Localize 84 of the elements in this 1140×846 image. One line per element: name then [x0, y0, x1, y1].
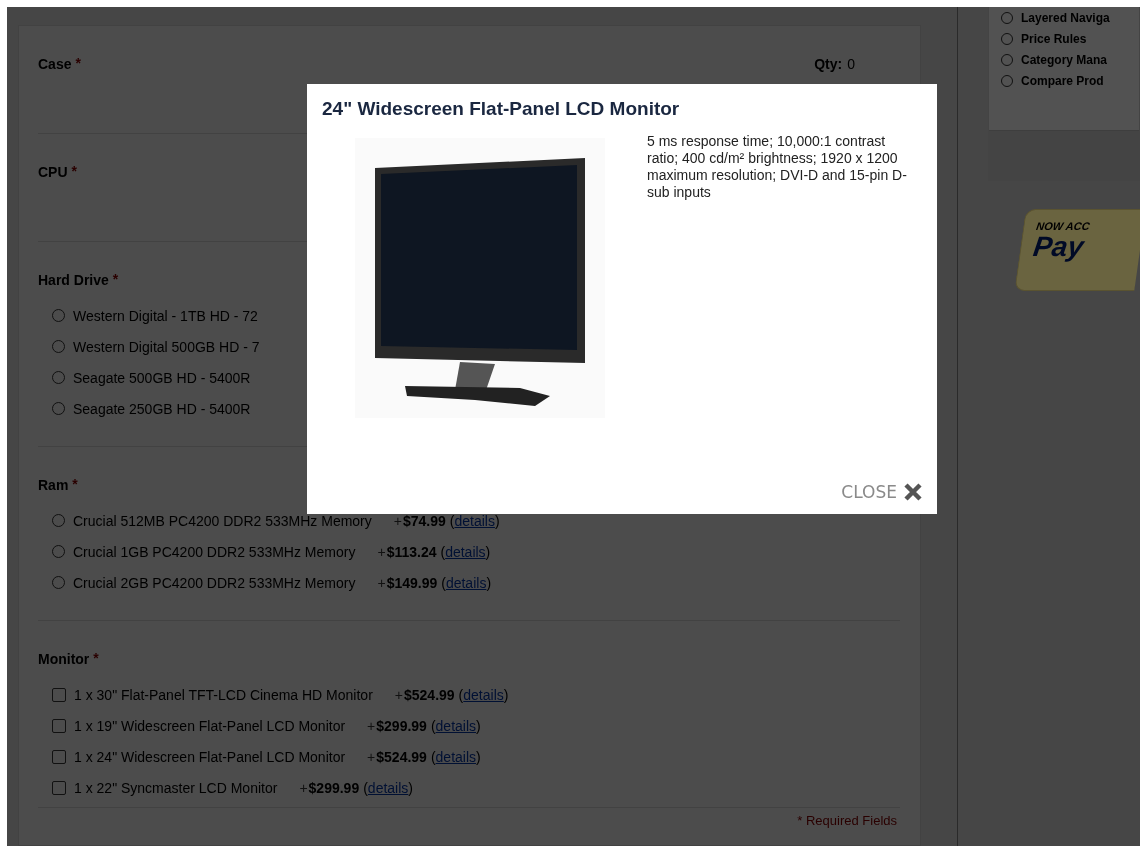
parenthesis: ) — [408, 779, 413, 796]
section-label: Monitor — [38, 651, 90, 667]
details-link[interactable]: details — [463, 686, 504, 703]
section-label: Case — [38, 56, 72, 72]
parenthesis: ) — [503, 686, 509, 703]
price: $74.99 — [402, 512, 446, 529]
sidebar-item-label: Layered Naviga — [1021, 11, 1110, 25]
close-button[interactable]: CLOSE — [841, 482, 923, 502]
qty-value: 0 — [847, 56, 855, 72]
plus-sign: + — [393, 512, 402, 529]
section-label: Hard Drive — [38, 272, 109, 288]
radio-button[interactable] — [52, 309, 65, 322]
required-mark: * — [93, 650, 99, 666]
parenthesis: ( — [441, 574, 446, 591]
plus-sign: + — [394, 686, 403, 703]
details-link[interactable]: details — [435, 748, 477, 765]
checkbox[interactable] — [52, 687, 66, 702]
plus-sign: + — [367, 717, 376, 734]
parenthesis: ( — [430, 748, 436, 765]
option-label: Seagate 250GB HD - 5400R — [73, 400, 251, 417]
radio-button[interactable] — [52, 576, 65, 589]
option-label: Crucial 1GB PC4200 DDR2 533MHz Memory — [73, 543, 356, 560]
required-fields-note: * Required Fields — [797, 813, 897, 828]
price: $524.99 — [376, 748, 427, 765]
radio-button[interactable] — [52, 340, 65, 353]
checkbox[interactable] — [52, 780, 66, 795]
option-label: Western Digital - 1TB HD - 72 — [73, 307, 258, 324]
radio-button[interactable] — [52, 545, 65, 558]
parenthesis: ) — [486, 574, 492, 591]
parenthesis: ) — [485, 543, 491, 560]
option-label: 1 x 24" Widescreen Flat-Panel LCD Monitor — [74, 748, 346, 765]
checkbox[interactable] — [52, 749, 66, 764]
plus-sign: + — [299, 779, 308, 796]
parenthesis: ( — [458, 686, 464, 703]
radio-button[interactable] — [1001, 54, 1013, 66]
option-label: Crucial 2GB PC4200 DDR2 533MHz Memory — [73, 574, 356, 591]
required-mark: * — [112, 271, 119, 287]
option-label: Crucial 512MB PC4200 DDR2 533MHz Memory — [73, 512, 372, 529]
price: $299.99 — [376, 717, 427, 734]
price: $149.99 — [386, 574, 438, 591]
required-mark: * — [72, 476, 78, 492]
price: $299.99 — [308, 779, 360, 796]
details-link[interactable]: details — [435, 717, 477, 734]
radio-button[interactable] — [1001, 33, 1013, 45]
qty-label: Qty: — [814, 56, 843, 72]
option-label: 1 x 22" Syncmaster LCD Monitor — [74, 779, 278, 796]
parenthesis: ) — [476, 717, 481, 734]
section-label: CPU — [38, 164, 68, 180]
checkbox[interactable] — [52, 718, 66, 733]
price: $113.24 — [386, 543, 437, 560]
parenthesis: ( — [440, 543, 446, 560]
sidebar-item-label: Price Rules — [1021, 32, 1087, 46]
parenthesis: ) — [476, 748, 481, 765]
option-label: 1 x 19" Widescreen Flat-Panel LCD Monitor — [74, 717, 346, 734]
section-label: Ram — [38, 477, 69, 493]
option-label: 1 x 30" Flat-Panel TFT-LCD Cinema HD Monitor — [74, 686, 373, 703]
parenthesis: ( — [449, 512, 455, 529]
radio-button[interactable] — [52, 371, 65, 384]
details-link[interactable]: details — [454, 512, 495, 529]
option-label: Seagate 500GB HD - 5400R — [73, 369, 251, 386]
close-icon — [903, 482, 923, 502]
details-link[interactable]: details — [445, 543, 486, 560]
parenthesis: ) — [494, 512, 500, 529]
radio-button[interactable] — [1001, 75, 1013, 87]
required-mark: * — [75, 55, 81, 71]
banner-tagline: NOW ACC — [1035, 220, 1092, 232]
plus-sign: + — [377, 543, 386, 560]
radio-button[interactable] — [52, 514, 65, 527]
price: $524.99 — [404, 686, 455, 703]
product-description: 5 ms response time; 10,000:1 contrast ratio; 400 cd/m² brightness; 1920 x 1200 maximum resolution; DVI-D and 15-pin D-sub inputs — [647, 132, 908, 202]
banner-logo-text: Pay — [1031, 232, 1087, 262]
option-label: Western Digital 500GB HD - 7 — [73, 338, 260, 355]
radio-button[interactable] — [1001, 12, 1013, 24]
details-link[interactable]: details — [445, 574, 487, 591]
parenthesis: ( — [363, 779, 368, 796]
required-mark: * — [71, 163, 77, 179]
plus-sign: + — [367, 748, 376, 765]
plus-sign: + — [377, 574, 386, 591]
sidebar-item-label: Category Mana — [1021, 53, 1108, 67]
details-link[interactable]: details — [367, 779, 409, 796]
modal-title: 24" Widescreen Flat-Panel LCD Monitor — [322, 98, 681, 120]
sidebar-item-label: Compare Prod — [1021, 74, 1104, 88]
parenthesis: ( — [430, 717, 436, 734]
radio-button[interactable] — [52, 402, 65, 415]
